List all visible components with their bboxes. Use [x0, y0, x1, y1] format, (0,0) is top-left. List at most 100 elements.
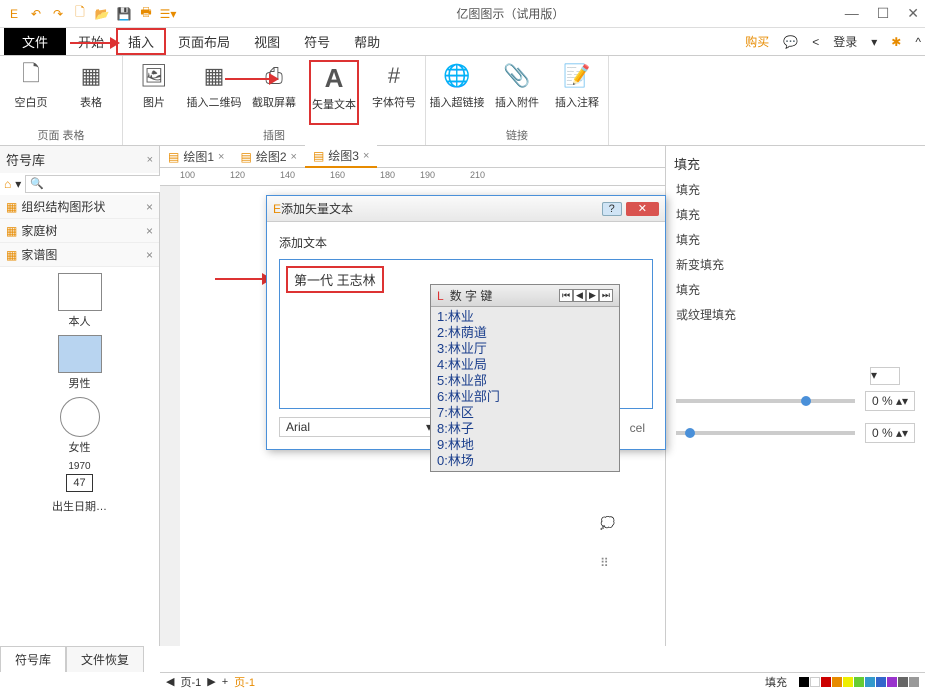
menu-help[interactable]: 帮助 — [342, 28, 392, 55]
ime-candidate[interactable]: 2:林荫道 — [437, 325, 613, 341]
swatch[interactable] — [832, 677, 842, 687]
shape-year[interactable]: 197047 — [66, 461, 92, 492]
search-input[interactable] — [25, 175, 177, 193]
ime-candidate[interactable]: 1:林业 — [437, 309, 613, 325]
picture-button[interactable]: 🖼图片 — [129, 60, 179, 125]
bottom-tab-recover[interactable]: 文件恢复 — [66, 646, 144, 672]
swatch[interactable] — [898, 677, 908, 687]
home-icon[interactable]: ⌂ — [4, 177, 11, 191]
table-button[interactable]: ▦表格 — [66, 60, 116, 125]
print-icon[interactable]: 🖶 — [138, 6, 154, 22]
ime-candidate[interactable]: 4:林业局 — [437, 357, 613, 373]
close-button[interactable]: ✕ — [907, 5, 919, 22]
open-icon[interactable]: 📂 — [94, 6, 110, 22]
fill-option[interactable]: 填充 — [670, 277, 921, 302]
chat-icon[interactable]: 💬 — [783, 35, 798, 49]
flower-icon[interactable]: ✱ — [891, 35, 901, 49]
fill-option[interactable]: 填充 — [670, 202, 921, 227]
dialog-help-button[interactable]: ? — [602, 202, 622, 216]
tab-drawing2[interactable]: ▤绘图2× — [232, 146, 304, 167]
shape-male[interactable]: 男性 — [58, 335, 102, 391]
save-icon[interactable]: 💾 — [116, 6, 132, 22]
blank-page-button[interactable]: 🗋空白页 — [6, 60, 56, 125]
vector-text-button[interactable]: A矢量文本 — [309, 60, 359, 125]
swatch[interactable] — [887, 677, 897, 687]
shape-female[interactable]: 女性 — [60, 397, 100, 455]
ime-candidate[interactable]: 7:林区 — [437, 405, 613, 421]
hyperlink-button[interactable]: 🌐插入超链接 — [432, 60, 482, 125]
app-title: 亿图图示（试用版） — [176, 5, 845, 22]
opacity-slider-2[interactable] — [676, 431, 855, 435]
dialog-titlebar[interactable]: E 添加矢量文本 ? ✕ — [267, 196, 665, 222]
swatch[interactable] — [821, 677, 831, 687]
more-icon[interactable]: ☰▾ — [160, 6, 176, 22]
fill-option-texture[interactable]: 或纹理填充 — [670, 302, 921, 327]
color-dropdown[interactable]: ▾ — [870, 367, 900, 385]
collapse-icon[interactable]: ^ — [915, 35, 921, 49]
minimize-button[interactable]: — — [845, 5, 859, 22]
opacity-slider[interactable] — [676, 399, 855, 403]
cancel-button-partial[interactable]: cel — [630, 421, 645, 435]
bottom-tab-library[interactable]: 符号库 — [0, 646, 66, 672]
panel-close-icon[interactable]: × — [147, 154, 153, 166]
attachment-button[interactable]: 📎插入附件 — [492, 60, 542, 125]
swatch[interactable] — [854, 677, 864, 687]
shape-self[interactable]: 本人 — [58, 273, 102, 329]
buy-link[interactable]: 购买 — [745, 33, 769, 50]
undo-icon[interactable]: ↶ — [28, 6, 44, 22]
share-icon[interactable]: < — [812, 35, 819, 49]
page-next-icon[interactable]: ▶ — [207, 675, 215, 688]
opacity-slider-row-2: 0 %▴▾ — [670, 417, 921, 449]
tab-drawing3[interactable]: ▤绘图3× — [305, 145, 377, 168]
login-link[interactable]: 登录 — [833, 33, 857, 50]
redo-icon[interactable]: ↷ — [50, 6, 66, 22]
note-button[interactable]: 📝插入注释 — [552, 60, 602, 125]
menu-view[interactable]: 视图 — [242, 28, 292, 55]
font-selector[interactable]: Arial▾ — [279, 417, 439, 437]
screenshot-button[interactable]: ⎙截取屏幕 — [249, 60, 299, 125]
swatch[interactable] — [810, 677, 820, 687]
qrcode-button[interactable]: ▦插入二维码 — [189, 60, 239, 125]
dialog-close-button[interactable]: ✕ — [626, 202, 659, 216]
category-family-tree[interactable]: ▦家庭树× — [0, 219, 159, 243]
ime-prev-icon[interactable]: ◀ — [573, 289, 586, 302]
group-label: 页面 表格 — [37, 125, 84, 145]
page-add-icon[interactable]: + — [222, 676, 228, 688]
maximize-button[interactable]: ☐ — [877, 5, 890, 22]
swatch[interactable] — [909, 677, 919, 687]
ime-candidate[interactable]: 9:林地 — [437, 437, 613, 453]
fill-option[interactable]: 填充 — [670, 177, 921, 202]
category-org-chart[interactable]: ▦组织结构图形状× — [0, 195, 159, 219]
ime-candidate[interactable]: 6:林业部门 — [437, 389, 613, 405]
menu-symbol[interactable]: 符号 — [292, 28, 342, 55]
menu-layout[interactable]: 页面布局 — [166, 28, 242, 55]
new-icon[interactable]: 🗋 — [72, 6, 88, 22]
ime-candidate[interactable]: 0:林场 — [437, 453, 613, 469]
swatch[interactable] — [799, 677, 809, 687]
ime-last-icon[interactable]: ⏭ — [599, 289, 613, 302]
opacity-value[interactable]: 0 %▴▾ — [865, 391, 915, 411]
group-label: 插图 — [263, 125, 285, 145]
shape-birthdate[interactable]: 出生日期… — [52, 498, 107, 514]
comment-icon[interactable]: 💭 — [600, 516, 615, 530]
ime-candidate[interactable]: 8:林子 — [437, 421, 613, 437]
page-current[interactable]: 页-1 — [234, 674, 255, 690]
ime-next-icon[interactable]: ▶ — [586, 289, 599, 302]
opacity-value-2[interactable]: 0 %▴▾ — [865, 423, 915, 443]
ime-candidate[interactable]: 5:林业部 — [437, 373, 613, 389]
swatch[interactable] — [876, 677, 886, 687]
fill-option-gradient[interactable]: 新变填充 — [670, 252, 921, 277]
swatch[interactable] — [865, 677, 875, 687]
dropdown-icon[interactable]: ▾ — [15, 177, 21, 191]
menu-file[interactable]: 文件 — [4, 28, 66, 55]
tab-drawing1[interactable]: ▤绘图1× — [160, 146, 232, 167]
category-genealogy[interactable]: ▦家谱图× — [0, 243, 159, 267]
font-symbol-button[interactable]: #字体符号 — [369, 60, 419, 125]
drag-handle-icon[interactable]: ⠿ — [600, 556, 609, 570]
page-prev-icon[interactable]: ◀ — [166, 675, 174, 688]
swatch[interactable] — [843, 677, 853, 687]
ime-first-icon[interactable]: ⏮ — [559, 289, 573, 302]
dropdown-icon[interactable]: ▾ — [871, 35, 877, 49]
ime-candidate[interactable]: 3:林业厅 — [437, 341, 613, 357]
fill-option[interactable]: 填充 — [670, 227, 921, 252]
